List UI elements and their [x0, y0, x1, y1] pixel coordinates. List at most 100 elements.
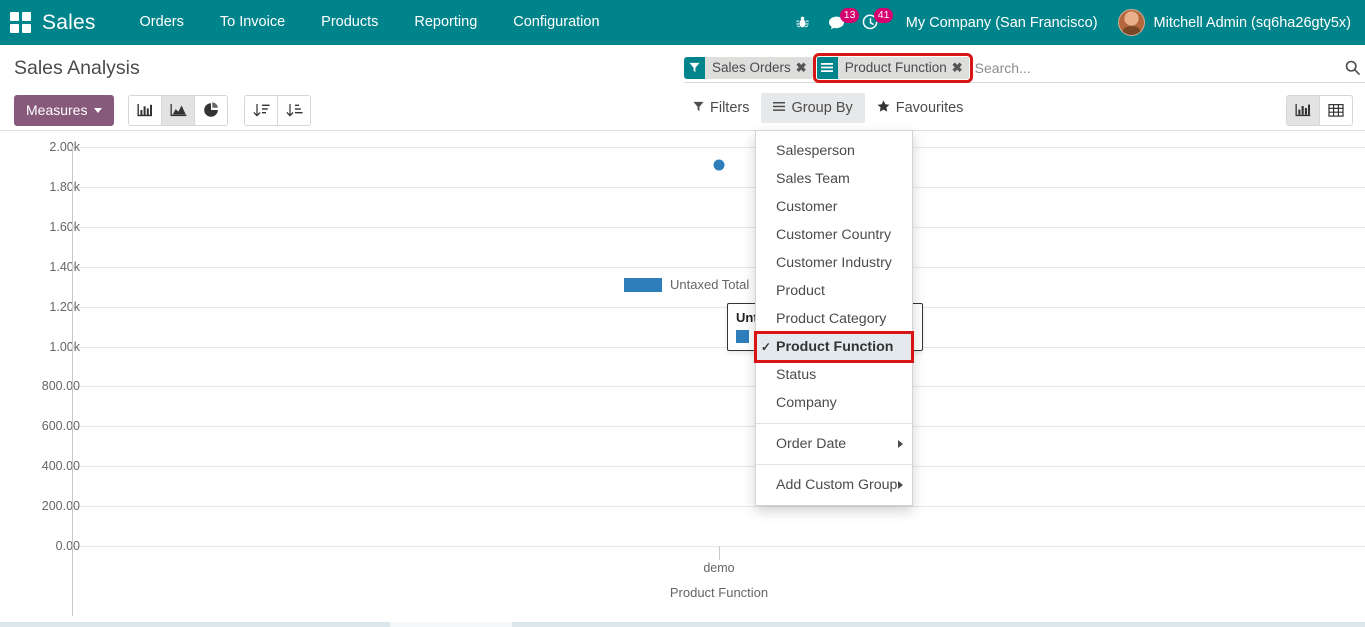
measures-button[interactable]: Measures: [14, 95, 114, 126]
scrollbar-thumb-right[interactable]: [512, 622, 1365, 627]
group-by-item-label: Add Custom Group: [776, 477, 897, 493]
group-by-item-product[interactable]: Product: [756, 277, 912, 305]
chart-data-point[interactable]: [714, 159, 725, 170]
graph-view-icon[interactable]: [1286, 95, 1320, 126]
legend-label: Untaxed Total: [670, 277, 749, 292]
group-by-item-company[interactable]: Company: [756, 389, 912, 417]
control-panel-bottom-row: Measures: [0, 89, 1365, 131]
search-facet-close-icon[interactable]: ✖: [952, 57, 969, 79]
chart-gridline: [72, 307, 1365, 308]
scrollbar-thumb-left[interactable]: [0, 622, 390, 627]
horizontal-scrollbar[interactable]: [0, 622, 1365, 627]
graph-view: Untaxed Total Untaxed Total 0.00200.0040…: [0, 131, 1365, 623]
filters-menu-button[interactable]: Filters: [681, 93, 761, 123]
chevron-down-icon: [94, 108, 102, 113]
search-icon[interactable]: [1339, 57, 1365, 79]
x-axis-tick-label: demo: [703, 561, 734, 575]
x-axis-tick-mark: [719, 546, 720, 560]
search-facet-sales-orders[interactable]: Sales Orders ✖: [684, 57, 813, 79]
nav-menu-orders[interactable]: Orders: [122, 0, 202, 45]
y-axis-ticks: 0.00200.00400.00600.00800.001.00k1.20k1.…: [0, 131, 80, 623]
sort-button-group: [244, 95, 311, 126]
group-by-item-label: Sales Team: [776, 171, 850, 187]
bar-chart-icon[interactable]: [128, 95, 162, 126]
group-by-item-label: Status: [776, 367, 816, 383]
nav-menu-reporting[interactable]: Reporting: [396, 0, 495, 45]
group-by-item-customer[interactable]: Customer: [756, 193, 912, 221]
control-panel: Sales Analysis Sales Orders ✖ Product Fu…: [0, 45, 1365, 131]
pie-chart-icon[interactable]: [194, 95, 228, 126]
chart-gridline: [72, 466, 1365, 467]
group-by-item-label: Product Function: [776, 339, 893, 355]
search-facet-product-function[interactable]: Product Function ✖: [817, 57, 969, 79]
sort-descending-icon[interactable]: [244, 95, 278, 126]
search-facet-close-icon[interactable]: ✖: [796, 57, 813, 79]
filter-icon: [693, 100, 704, 116]
pivot-view-icon[interactable]: [1319, 95, 1353, 126]
search-facet-label: Product Function: [838, 57, 952, 79]
dropdown-separator: [756, 464, 912, 465]
y-axis-tick-label: 200.00: [14, 499, 80, 513]
group-by-item-sales-team[interactable]: Sales Team: [756, 165, 912, 193]
nav-menu-to-invoice[interactable]: To Invoice: [202, 0, 303, 45]
group-by-item-add-custom-group[interactable]: Add Custom Group: [756, 471, 912, 499]
list-icon: [773, 100, 785, 116]
group-by-label: Group By: [791, 100, 852, 116]
chart-gridline: [72, 426, 1365, 427]
group-by-menu-button[interactable]: Group By: [761, 93, 864, 123]
y-axis-tick-label: 2.00k: [14, 140, 80, 154]
group-by-item-product-function[interactable]: Product Function: [756, 333, 912, 361]
group-by-item-label: Product: [776, 283, 825, 299]
group-by-item-salesperson[interactable]: Salesperson: [756, 137, 912, 165]
chart-gridline: [72, 267, 1365, 268]
chart-gridline: [72, 187, 1365, 188]
sort-ascending-icon[interactable]: [277, 95, 311, 126]
search-view: Sales Orders ✖ Product Function ✖: [684, 55, 1365, 83]
bug-icon[interactable]: [786, 0, 820, 45]
user-menu[interactable]: Mitchell Admin (sq6ha26gty5x): [1112, 9, 1351, 36]
filters-label: Filters: [710, 100, 749, 116]
list-icon: [817, 57, 838, 79]
y-axis-tick-label: 1.00k: [14, 340, 80, 354]
y-axis-tick-label: 800.00: [14, 379, 80, 393]
nav-menu-configuration[interactable]: Configuration: [495, 0, 617, 45]
company-switcher[interactable]: My Company (San Francisco): [888, 15, 1112, 31]
app-brand-sales[interactable]: Sales: [42, 11, 96, 35]
y-axis-tick-label: 400.00: [14, 459, 80, 473]
favourites-menu-button[interactable]: Favourites: [865, 93, 976, 123]
group-by-item-label: Salesperson: [776, 143, 855, 159]
group-by-item-status[interactable]: Status: [756, 361, 912, 389]
page-title: Sales Analysis: [0, 55, 140, 81]
tooltip-swatch: [736, 330, 749, 343]
y-axis-tick-label: 1.20k: [14, 300, 80, 314]
apps-grid-icon[interactable]: [10, 12, 32, 34]
group-by-item-order-date[interactable]: Order Date: [756, 430, 912, 458]
group-by-item-label: Customer Country: [776, 227, 891, 243]
chart-gridline: [72, 227, 1365, 228]
line-chart-icon[interactable]: [161, 95, 195, 126]
clock-activity-icon[interactable]: 41: [854, 0, 888, 45]
chart-gridline: [72, 347, 1365, 348]
search-input[interactable]: [973, 57, 1339, 79]
x-axis-title: Product Function: [670, 585, 768, 600]
group-by-item-label: Company: [776, 395, 837, 411]
group-by-item-label: Product Category: [776, 311, 886, 327]
group-by-item-customer-country[interactable]: Customer Country: [756, 221, 912, 249]
group-by-item-label: Customer: [776, 199, 838, 215]
nav-menu-products[interactable]: Products: [303, 0, 396, 45]
legend-swatch: [624, 278, 662, 292]
y-axis-tick-label: 600.00: [14, 419, 80, 433]
group-by-item-customer-industry[interactable]: Customer Industry: [756, 249, 912, 277]
chart-legend[interactable]: Untaxed Total: [624, 277, 749, 292]
y-axis-tick-label: 1.60k: [14, 220, 80, 234]
control-panel-top-row: Sales Analysis Sales Orders ✖ Product Fu…: [0, 45, 1365, 89]
group-by-item-label: Order Date: [776, 436, 846, 452]
chat-bubble-icon[interactable]: 13: [820, 0, 854, 45]
chart-gridline: [72, 386, 1365, 387]
activities-count-badge: 41: [874, 8, 894, 23]
group-by-dropdown-menu: Salesperson Sales Team Customer Customer Co…: [755, 130, 913, 506]
group-by-item-product-category[interactable]: Product Category: [756, 305, 912, 333]
systray: 13 41 My Company (San Francisco) Mitchel…: [786, 0, 1351, 45]
user-name-label: Mitchell Admin (sq6ha26gty5x): [1154, 15, 1351, 31]
view-switcher: [1286, 95, 1353, 126]
